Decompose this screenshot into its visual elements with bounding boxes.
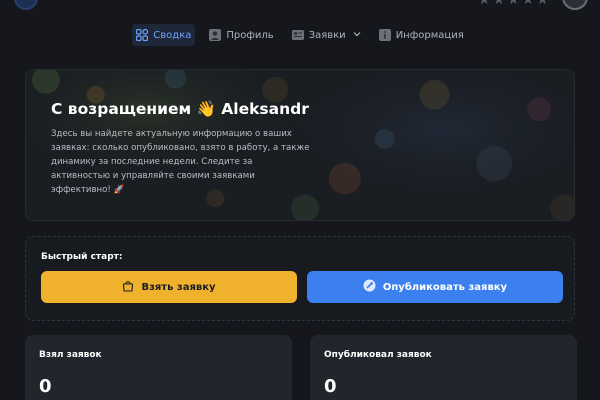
user-icon <box>209 29 222 41</box>
stat-label: Опубликовал заявок <box>324 350 432 360</box>
rocket-icon <box>363 279 376 295</box>
star-icon: ★ <box>478 0 491 8</box>
stat-value: 0 <box>39 376 52 397</box>
requests-icon <box>291 29 304 41</box>
quick-start-label: Быстрый старт: <box>41 252 123 262</box>
nav-item-label: Сводка <box>153 29 192 41</box>
rating-stars: ★ ★ ★ ★ ★ <box>478 0 549 7</box>
take-request-label: Взять заявку <box>141 281 216 293</box>
nav-item-label: Информация <box>395 29 464 41</box>
stat-label: Взял заявок <box>39 350 102 360</box>
main-nav: Сводка Профиль Заявки Информация <box>0 24 600 46</box>
dashboard-icon <box>136 29 149 41</box>
quick-start-panel: Быстрый старт: Взять заявку Опубликовать… <box>25 236 575 321</box>
nav-item-requests[interactable]: Заявки <box>288 24 365 46</box>
nav-item-label: Профиль <box>226 29 274 41</box>
nav-item-profile[interactable]: Профиль <box>205 24 277 46</box>
avatar[interactable] <box>562 0 588 10</box>
publish-request-button[interactable]: Опубликовать заявку <box>307 271 563 303</box>
star-icon: ★ <box>536 0 549 8</box>
star-icon: ★ <box>492 0 506 8</box>
publish-request-label: Опубликовать заявку <box>382 281 508 293</box>
stat-value: 0 <box>324 376 337 397</box>
logo[interactable] <box>14 0 38 10</box>
nav-item-info[interactable]: Информация <box>375 24 468 46</box>
info-icon <box>378 29 391 41</box>
stat-card-published: Опубликовал заявок 0 <box>310 335 577 400</box>
welcome-title: С возращением 👋 Aleksandr <box>51 100 309 118</box>
nav-item-summary[interactable]: Сводка <box>132 24 196 46</box>
welcome-description: Здесь вы найдете актуальную информацию о… <box>51 129 310 195</box>
welcome-card: С возращением 👋 Aleksandr Здесь вы найде… <box>25 69 575 221</box>
stat-card-taken: Взял заявок 0 <box>25 335 292 400</box>
nav-item-label: Заявки <box>308 29 346 41</box>
chevron-down-icon <box>353 30 361 41</box>
star-icon: ★ <box>521 0 535 8</box>
star-icon: ★ <box>507 0 520 8</box>
bag-icon <box>122 280 134 295</box>
top-header: ★ ★ ★ ★ ★ <box>0 0 600 10</box>
take-request-button[interactable]: Взять заявку <box>41 271 297 303</box>
